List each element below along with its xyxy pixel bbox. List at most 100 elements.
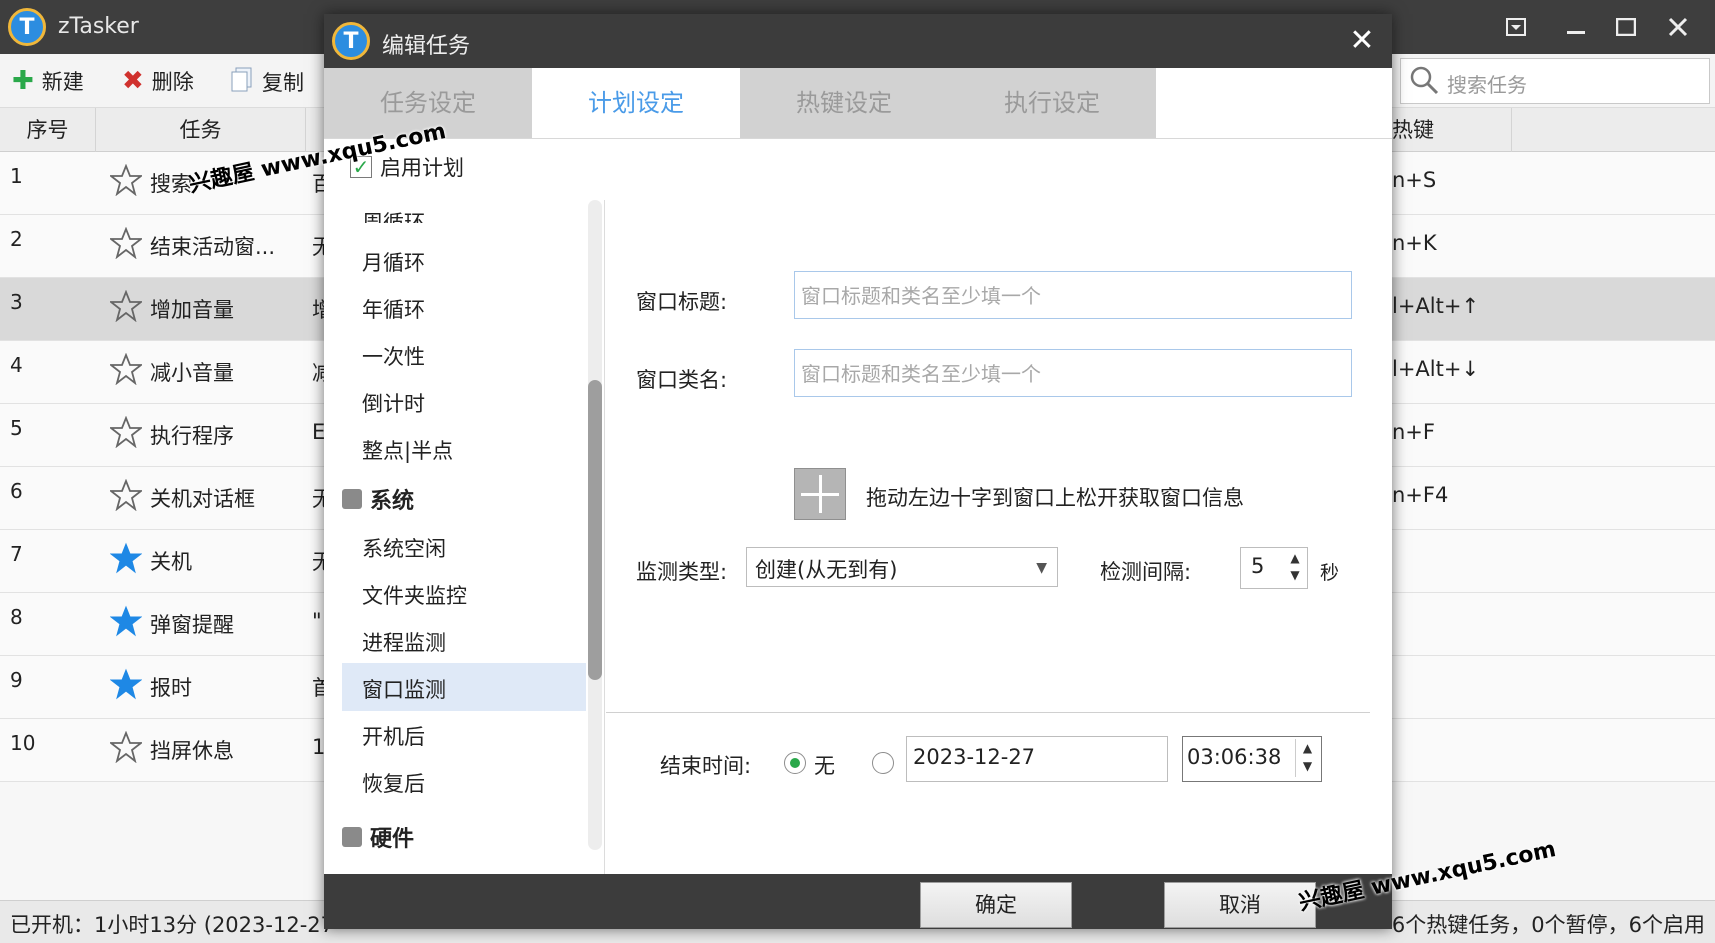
stepper-arrows-icon[interactable]: ▲ ▼ bbox=[1287, 550, 1303, 584]
row-index: 4 bbox=[10, 353, 23, 377]
tree-item-after-resume[interactable]: 恢复后 bbox=[362, 768, 425, 798]
window-class-input[interactable]: 窗口标题和类名至少填一个 bbox=[794, 349, 1352, 397]
star-icon[interactable] bbox=[110, 479, 142, 511]
tree-scrollbar-thumb[interactable] bbox=[588, 380, 602, 680]
tree-item-after-boot[interactable]: 开机后 bbox=[362, 721, 425, 751]
collapse-icon bbox=[342, 827, 362, 847]
end-date-radio[interactable] bbox=[872, 752, 894, 774]
column-header-extra bbox=[1512, 108, 1715, 152]
drag-hint-text: 拖动左边十字到窗口上松开获取窗口信息 bbox=[866, 486, 1244, 510]
row-index: 9 bbox=[10, 668, 23, 692]
column-header-task[interactable]: 任务 bbox=[96, 108, 306, 152]
star-icon[interactable] bbox=[110, 353, 142, 385]
star-icon[interactable] bbox=[110, 542, 142, 574]
row-index: 7 bbox=[10, 542, 23, 566]
new-label: 新建 bbox=[41, 70, 84, 94]
tree-item-once[interactable]: 一次性 bbox=[362, 341, 425, 371]
end-time-value: 03:06:38 bbox=[1187, 745, 1282, 769]
ok-button[interactable]: 确定 bbox=[920, 882, 1072, 928]
tree-group-system-label: 系统 bbox=[370, 489, 415, 514]
star-icon[interactable] bbox=[110, 164, 142, 196]
tree-item-monthly[interactable]: 月循环 bbox=[362, 247, 425, 277]
end-none-radio[interactable] bbox=[784, 752, 806, 774]
tree-item-hourly[interactable]: 整点|半点 bbox=[362, 435, 453, 465]
delete-label: 删除 bbox=[151, 70, 194, 94]
row-task-name: 报时 bbox=[150, 676, 192, 700]
row-index: 5 bbox=[10, 416, 23, 440]
row-hotkey: l+Alt+↑ bbox=[1392, 294, 1480, 318]
row-task-name: 增加音量 bbox=[150, 298, 234, 322]
star-icon[interactable] bbox=[110, 227, 142, 259]
time-stepper-icon[interactable]: ▲ ▼ bbox=[1295, 739, 1319, 777]
monitor-type-label: 监测类型: bbox=[636, 560, 728, 584]
dialog-close-icon[interactable]: ✕ bbox=[1342, 20, 1382, 60]
window-class-label: 窗口类名: bbox=[636, 368, 728, 392]
maximize-icon[interactable] bbox=[1608, 10, 1644, 44]
row-index: 6 bbox=[10, 479, 23, 503]
copy-label: 复制 bbox=[262, 70, 304, 95]
tree-item-system-idle[interactable]: 系统空闲 bbox=[362, 533, 446, 563]
dialog-logo: T bbox=[332, 22, 370, 60]
end-date-input[interactable]: 2023-12-27 bbox=[906, 736, 1168, 782]
dialog-tabs: 任务设定 计划设定 热键设定 执行设定 bbox=[324, 68, 1392, 139]
window-title-label: 窗口标题: bbox=[636, 290, 728, 314]
tab-execute-settings[interactable]: 执行设定 bbox=[948, 68, 1156, 138]
uptime-status: 已开机：1小时13分 (2023-12-27 bbox=[10, 913, 334, 937]
star-icon[interactable] bbox=[110, 290, 142, 322]
monitor-type-select[interactable]: 创建(从无到有) ▼ bbox=[746, 547, 1058, 587]
enable-plan-label: 启用计划 bbox=[380, 156, 464, 180]
chevron-down-icon: ▼ bbox=[1036, 560, 1047, 576]
copy-button[interactable]: 复制 bbox=[230, 66, 304, 97]
row-task-name: 执行程序 bbox=[150, 424, 234, 448]
tab-hotkey-settings[interactable]: 热键设定 bbox=[740, 68, 948, 138]
row-index: 8 bbox=[10, 605, 23, 629]
dropdown-menu-icon[interactable] bbox=[1498, 10, 1534, 44]
tree-item-window-monitor[interactable]: 窗口监测 bbox=[362, 674, 446, 704]
interval-stepper[interactable]: 5 ▲ ▼ bbox=[1240, 547, 1308, 589]
column-header-index[interactable]: 序号 bbox=[0, 108, 96, 152]
column-header-hotkey[interactable]: 热键 bbox=[1392, 108, 1512, 152]
star-icon[interactable] bbox=[110, 731, 142, 763]
panel-divider bbox=[604, 200, 605, 874]
tree-item-countdown[interactable]: 倒计时 bbox=[362, 388, 425, 418]
dialog-footer: 确定 取消 bbox=[324, 874, 1392, 929]
crosshair-drag-icon[interactable] bbox=[794, 468, 846, 520]
tree-item-process-monitor[interactable]: 进程监测 bbox=[362, 627, 446, 657]
delete-button[interactable]: ✖ 删除 bbox=[122, 66, 194, 96]
tree-item-folder-monitor[interactable]: 文件夹监控 bbox=[362, 580, 467, 610]
app-logo: T bbox=[8, 8, 46, 46]
row-index: 10 bbox=[10, 731, 36, 755]
star-icon[interactable] bbox=[110, 668, 142, 700]
row-hotkey: n+S bbox=[1392, 168, 1437, 192]
tree-group-hardware[interactable]: 硬件 bbox=[342, 821, 414, 853]
interval-label: 检测间隔: bbox=[1100, 560, 1192, 584]
star-icon[interactable] bbox=[110, 416, 142, 448]
tab-plan-settings[interactable]: 计划设定 bbox=[532, 68, 740, 138]
interval-value: 5 bbox=[1251, 554, 1265, 578]
end-time-label: 结束时间: bbox=[660, 754, 752, 778]
search-input[interactable]: 搜索任务 bbox=[1400, 58, 1710, 104]
row-index: 3 bbox=[10, 290, 23, 314]
close-icon[interactable] bbox=[1660, 10, 1696, 44]
row-hotkey: n+K bbox=[1392, 231, 1437, 255]
cancel-button[interactable]: 取消 bbox=[1164, 882, 1316, 928]
minimize-icon[interactable] bbox=[1558, 10, 1594, 44]
end-time-input[interactable]: 03:06:38 ▲ ▼ bbox=[1182, 736, 1322, 782]
tree-group-system[interactable]: 系统 bbox=[342, 483, 414, 515]
tree-group-hardware-label: 硬件 bbox=[370, 827, 415, 852]
tree-item-weekly[interactable]: 周循环 bbox=[362, 207, 425, 223]
window-title-input[interactable]: 窗口标题和类名至少填一个 bbox=[794, 271, 1352, 319]
row-hotkey: l+Alt+↓ bbox=[1392, 357, 1480, 381]
row-task-name: 弹窗提醒 bbox=[150, 613, 234, 637]
new-button[interactable]: ✚ 新建 bbox=[12, 66, 84, 96]
search-icon bbox=[1410, 66, 1439, 95]
tree-item-yearly[interactable]: 年循环 bbox=[362, 294, 425, 324]
row-task-name: 关机对话框 bbox=[150, 487, 255, 511]
row-task-name: 减小音量 bbox=[150, 361, 234, 385]
end-none-label: 无 bbox=[814, 754, 835, 778]
row-task-name: 挡屏休息 bbox=[150, 739, 234, 763]
star-icon[interactable] bbox=[110, 605, 142, 637]
search-placeholder: 搜索任务 bbox=[1447, 73, 1527, 97]
task-summary-status: 6个热键任务，0个暂停，6个启用 bbox=[1391, 913, 1705, 937]
row-index: 1 bbox=[10, 164, 23, 188]
